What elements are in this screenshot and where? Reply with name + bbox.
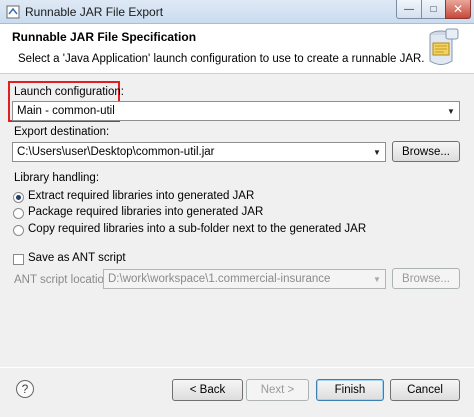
maximize-button[interactable]: □ [421,0,446,19]
launch-config-label: Launch configuration: [14,86,124,98]
radio-copy-libraries[interactable] [13,225,24,236]
minimize-button[interactable]: — [396,0,422,19]
help-icon[interactable]: ? [16,380,34,398]
radio-extract-libraries-label[interactable]: Extract required libraries into generate… [28,190,254,202]
page-title: Runnable JAR File Specification [12,30,197,44]
radio-copy-libraries-label[interactable]: Copy required libraries into a sub-folde… [28,223,366,235]
radio-extract-libraries[interactable] [13,192,24,203]
footer-separator [0,367,474,368]
export-destination-label: Export destination: [14,126,110,138]
next-button[interactable]: Next > [246,379,309,401]
export-browse-button[interactable]: Browse... [392,141,460,162]
finish-button[interactable]: Finish [316,379,384,401]
ant-location-combo[interactable]: D:\work\workspace\1.commercial-insurance… [103,269,386,289]
wizard-header: Runnable JAR File Specification Select a… [0,24,474,74]
save-ant-label[interactable]: Save as ANT script [28,252,126,264]
ant-location-value: D:\work\workspace\1.commercial-insurance [108,273,331,285]
chevron-down-icon[interactable]: ▼ [443,102,459,120]
back-button[interactable]: < Back [172,379,243,401]
eclipse-app-icon [6,5,20,19]
export-destination-combo[interactable]: C:\Users\user\Desktop\common-util.jar ▼ [12,142,386,162]
ant-browse-button[interactable]: Browse... [392,268,460,289]
radio-package-libraries-label[interactable]: Package required libraries into generate… [28,206,263,218]
close-button[interactable]: ✕ [445,0,471,19]
window-title: Runnable JAR File Export [25,5,164,19]
chevron-down-icon[interactable]: ▼ [369,270,385,288]
page-description: Select a 'Java Application' launch confi… [18,53,425,65]
chevron-down-icon[interactable]: ▼ [369,143,385,161]
launch-config-select[interactable]: Main - common-util ▼ [12,101,460,121]
cancel-button[interactable]: Cancel [390,379,460,401]
title-bar: Runnable JAR File Export — □ ✕ [0,0,474,24]
jar-icon [429,28,459,65]
save-ant-checkbox[interactable] [13,254,24,265]
ant-location-label: ANT script location: [14,274,114,286]
launch-config-value: Main - common-util [17,105,115,117]
export-destination-value: C:\Users\user\Desktop\common-util.jar [17,146,215,158]
library-handling-label: Library handling: [14,172,100,184]
radio-package-libraries[interactable] [13,208,24,219]
